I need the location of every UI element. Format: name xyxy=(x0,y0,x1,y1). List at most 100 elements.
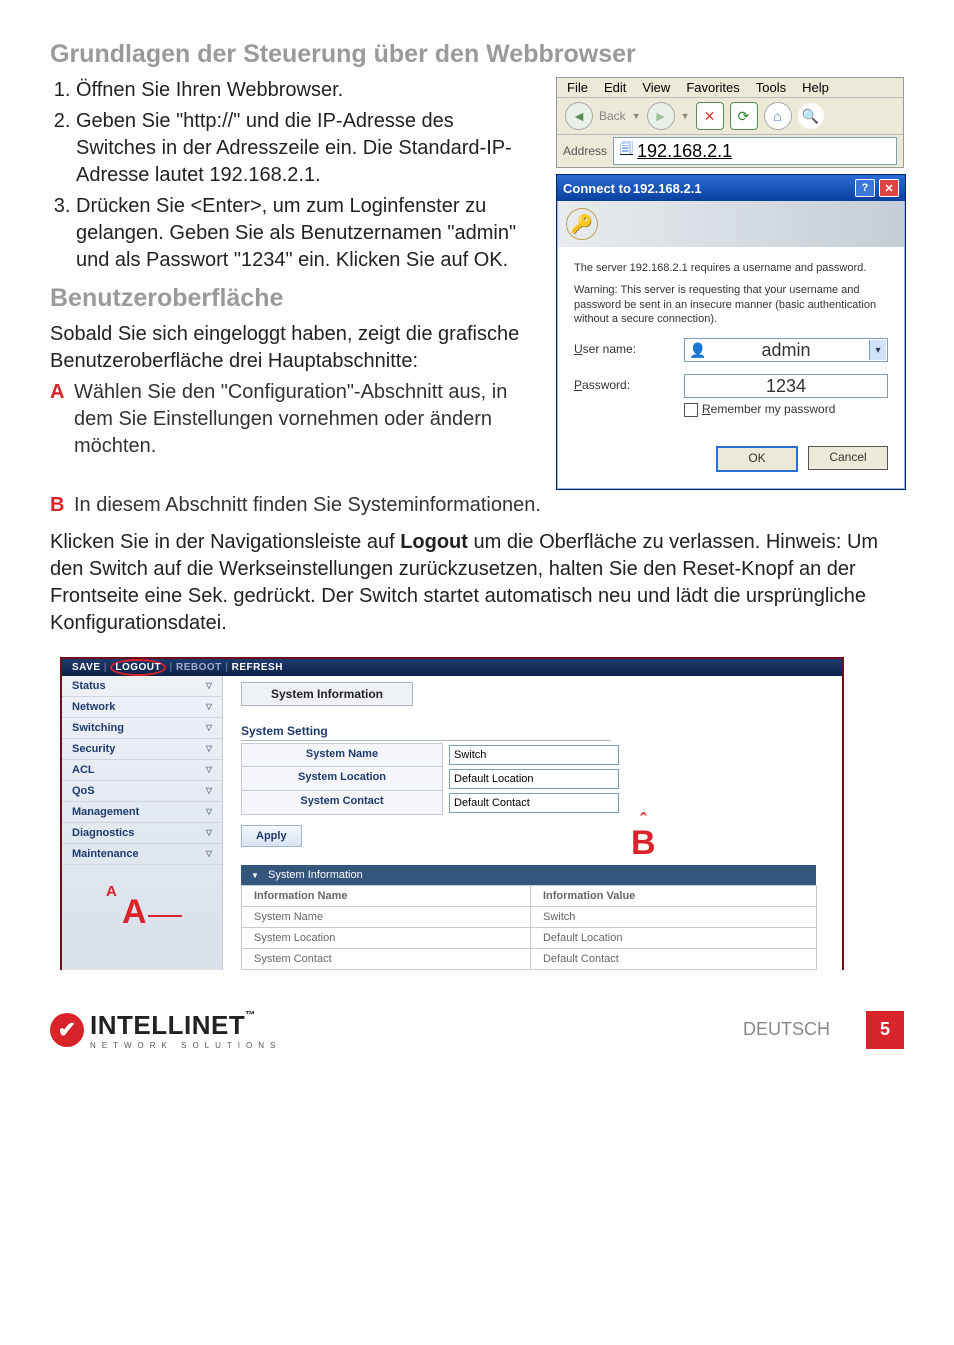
steps-list: Öffnen Sie Ihren Webbrowser. Geben Sie "… xyxy=(50,77,536,274)
user-icon: 👤 xyxy=(689,341,706,359)
chevron-down-icon: ▽ xyxy=(206,681,212,690)
dialog-help-icon[interactable]: ? xyxy=(855,179,875,197)
info-cell: System Name xyxy=(242,906,531,927)
dialog-close-icon[interactable]: ✕ xyxy=(879,179,899,197)
setting-input-location[interactable] xyxy=(449,769,619,789)
after-login-intro: Sobald Sie sich eingeloggt haben, zeigt … xyxy=(50,321,536,375)
topbar-reboot[interactable]: REBOOT xyxy=(176,662,222,673)
info-cell: Default Location xyxy=(530,927,816,948)
topbar-logout[interactable]: LOGOUT xyxy=(110,659,166,676)
chevron-down-icon: ▽ xyxy=(206,702,212,711)
refresh-button-icon[interactable]: ⟳ xyxy=(730,102,758,130)
info-cell: System Contact xyxy=(242,948,531,969)
ok-button[interactable]: OK xyxy=(716,446,798,472)
menu-favorites[interactable]: Favorites xyxy=(686,80,739,95)
setting-label-name: System Name xyxy=(241,743,443,767)
footer-language: DEUTSCH xyxy=(743,1019,830,1040)
setting-label-location: System Location xyxy=(241,767,443,791)
callout-B-letter: B xyxy=(631,824,656,862)
chevron-down-icon: ▽ xyxy=(206,765,212,774)
username-dropdown-icon[interactable]: ▾ xyxy=(869,340,886,360)
remember-checkbox[interactable] xyxy=(684,403,698,417)
password-label: Password: xyxy=(574,378,684,394)
nav-maintenance[interactable]: Maintenance▽ xyxy=(62,844,222,865)
nav-switching[interactable]: Switching▽ xyxy=(62,718,222,739)
info-cell: Switch xyxy=(530,906,816,927)
chevron-down-icon: ▽ xyxy=(206,723,212,732)
nav-network[interactable]: Network▽ xyxy=(62,697,222,718)
setting-input-name[interactable] xyxy=(449,745,619,765)
table-row: System Location Default Location xyxy=(242,927,817,948)
system-setting-table: System Name System Location System Conta… xyxy=(241,743,842,815)
table-row: System Name Switch xyxy=(242,906,817,927)
setting-input-contact[interactable] xyxy=(449,793,619,813)
username-value: admin xyxy=(761,339,810,362)
callout-A: A xyxy=(122,893,147,932)
address-value: 192.168.2.1 xyxy=(637,141,732,162)
nav-diagnostics[interactable]: Diagnostics▽ xyxy=(62,823,222,844)
back-label: Back xyxy=(599,109,626,123)
nav-management[interactable]: Management▽ xyxy=(62,802,222,823)
chevron-down-icon: ▽ xyxy=(206,744,212,753)
nav-status[interactable]: Status▽ xyxy=(62,676,222,697)
password-input[interactable]: 1234 xyxy=(684,374,888,398)
point-A-text: Wählen Sie den "Configuration"-Abschnitt… xyxy=(74,379,536,460)
forward-dropdown-icon[interactable]: ▼ xyxy=(681,111,690,121)
step-3: Drücken Sie <Enter>, um zum Loginfenster… xyxy=(76,193,536,274)
step-3-text: Drücken Sie <Enter>, um zum Loginfenster… xyxy=(76,195,516,271)
cancel-button[interactable]: Cancel xyxy=(808,446,888,470)
point-B-text: In diesem Abschnitt finden Sie Systeminf… xyxy=(74,492,904,519)
stop-button-icon[interactable]: ✕ xyxy=(696,102,724,130)
username-input[interactable]: 👤 admin ▾ xyxy=(684,338,888,362)
back-button-icon[interactable]: ◄ xyxy=(565,102,593,130)
chevron-down-icon: ▽ xyxy=(206,828,212,837)
callout-B-arrow: ˆ xyxy=(631,816,656,824)
topbar-save[interactable]: SAVE xyxy=(72,662,101,673)
system-info-band: ▼ System Information xyxy=(241,865,816,885)
info-cell: System Location xyxy=(242,927,531,948)
search-button-icon[interactable]: 🔍 xyxy=(798,103,824,129)
menu-edit[interactable]: Edit xyxy=(604,80,626,95)
menu-help[interactable]: Help xyxy=(802,80,829,95)
callout-A-small: A xyxy=(106,883,117,900)
system-info-table: Information Name Information Value Syste… xyxy=(241,885,817,970)
step-2: Geben Sie "http://" und die IP-Adresse d… xyxy=(76,108,536,189)
table-row: System Contact Default Contact xyxy=(242,948,817,969)
menu-view[interactable]: View xyxy=(642,80,670,95)
step-1: Öffnen Sie Ihren Webbrowser. xyxy=(76,77,536,104)
nav-security[interactable]: Security▽ xyxy=(62,739,222,760)
username-label: User name: xyxy=(574,342,684,358)
callout-A-line xyxy=(148,915,182,917)
address-input[interactable]: 🗐 192.168.2.1 xyxy=(613,137,897,165)
forward-button-icon[interactable]: ► xyxy=(647,102,675,130)
brand-mark-icon: ✔ xyxy=(50,1013,84,1047)
label-A: A xyxy=(50,379,74,460)
section-webbrowser-title: Grundlagen der Steuerung über den Webbro… xyxy=(50,40,904,69)
label-B: B xyxy=(50,492,74,519)
brand-logo: ✔ INTELLINET™ NETWORK SOLUTIONS xyxy=(50,1010,281,1050)
back-dropdown-icon[interactable]: ▼ xyxy=(632,111,641,121)
apply-button[interactable]: Apply xyxy=(241,825,302,847)
dialog-title-pre: Connect to xyxy=(563,181,631,196)
menu-file[interactable]: File xyxy=(567,80,588,95)
login-dialog: Connect to 192.168.2.1 ? ✕ 🔑 The server … xyxy=(556,174,906,490)
menu-tools[interactable]: Tools xyxy=(756,80,786,95)
info-header-name: Information Name xyxy=(242,885,531,906)
address-label: Address xyxy=(563,144,607,158)
home-button-icon[interactable]: ⌂ xyxy=(764,102,792,130)
logout-word: Logout xyxy=(400,531,468,553)
browser-mock: File Edit View Favorites Tools Help ◄ Ba… xyxy=(556,77,904,168)
info-header-value: Information Value xyxy=(530,885,816,906)
topbar-refresh[interactable]: REFRESH xyxy=(232,662,283,673)
chevron-down-icon: ▽ xyxy=(206,849,212,858)
collapse-icon[interactable]: ▼ xyxy=(251,871,259,880)
password-value: 1234 xyxy=(766,375,806,398)
page-number: 5 xyxy=(866,1011,904,1049)
nav-acl[interactable]: ACL▽ xyxy=(62,760,222,781)
brand-main: INTELLINET xyxy=(90,1010,245,1040)
nav-qos[interactable]: QoS▽ xyxy=(62,781,222,802)
info-cell: Default Contact xyxy=(530,948,816,969)
chevron-down-icon: ▽ xyxy=(206,786,212,795)
system-setting-title: System Setting xyxy=(241,724,611,741)
setting-label-contact: System Contact xyxy=(241,791,443,815)
